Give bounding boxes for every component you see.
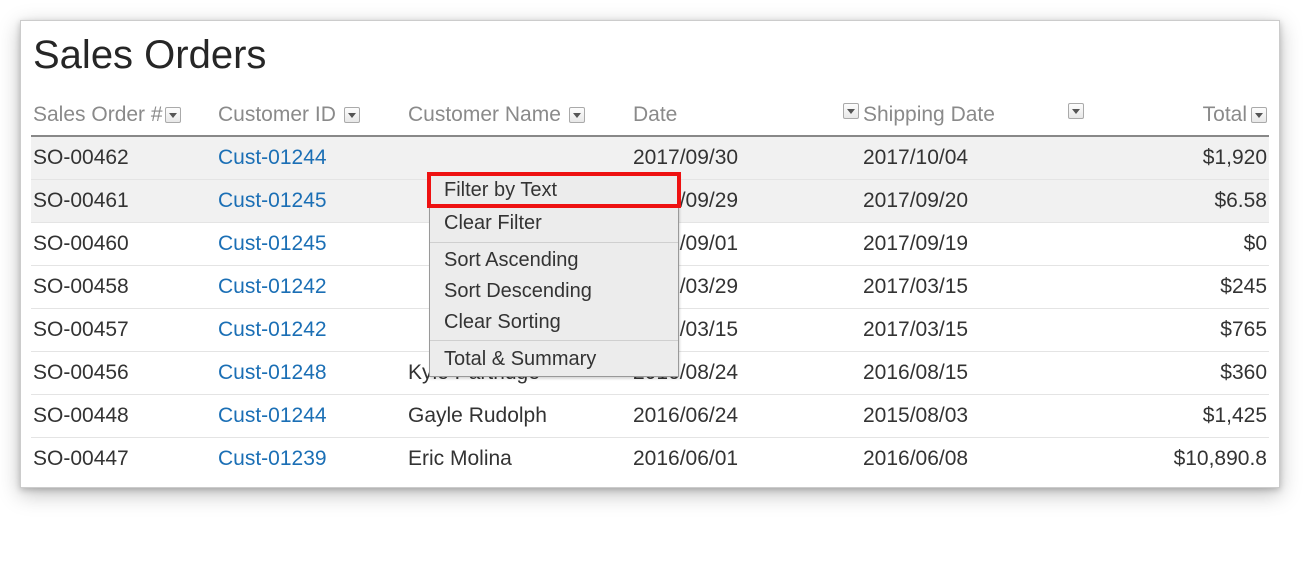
customer-link[interactable]: Cust-01244 [218, 146, 327, 169]
cell-order: SO-00447 [31, 438, 216, 478]
col-header-cust-name-label: Customer Name [408, 103, 561, 126]
dropdown-icon[interactable] [1068, 103, 1084, 119]
cell-ship: 2017/10/04 [861, 136, 1086, 180]
customer-link[interactable]: Cust-01245 [218, 189, 327, 212]
col-header-ship-label: Shipping Date [863, 103, 995, 126]
cell-ship: 2016/06/08 [861, 438, 1086, 478]
customer-link[interactable]: Cust-01242 [218, 275, 327, 298]
cell-cust-id: Cust-01245 [216, 180, 406, 223]
sales-orders-panel: Sales Orders Sales Order # Customer ID C… [20, 20, 1280, 488]
dropdown-icon[interactable] [165, 107, 181, 123]
table-header-row: Sales Order # Customer ID Customer Name … [31, 97, 1269, 136]
col-header-total[interactable]: Total [1086, 97, 1269, 136]
customer-link[interactable]: Cust-01248 [218, 361, 327, 384]
menu-sort-ascending[interactable]: Sort Ascending [430, 245, 678, 276]
dropdown-icon[interactable] [344, 107, 360, 123]
menu-separator [430, 340, 678, 341]
cell-order: SO-00448 [31, 395, 216, 438]
col-header-total-label: Total [1203, 103, 1247, 126]
cell-total: $765 [1086, 309, 1269, 352]
col-header-ship[interactable]: Shipping Date [861, 97, 1086, 136]
cell-order: SO-00461 [31, 180, 216, 223]
cell-ship: 2017/03/15 [861, 266, 1086, 309]
cell-cust-id: Cust-01244 [216, 395, 406, 438]
cell-cust-id: Cust-01239 [216, 438, 406, 478]
cell-date: 2016/06/24 [631, 395, 861, 438]
cell-date: 2016/06/01 [631, 438, 861, 478]
dropdown-icon[interactable] [569, 107, 585, 123]
column-context-menu: Filter by Text Clear Filter Sort Ascendi… [429, 173, 679, 377]
cell-ship: 2015/08/03 [861, 395, 1086, 438]
col-header-date-label: Date [633, 103, 677, 126]
cell-total: $0 [1086, 223, 1269, 266]
menu-clear-sorting[interactable]: Clear Sorting [430, 307, 678, 338]
cell-order: SO-00460 [31, 223, 216, 266]
cell-cust-name: Gayle Rudolph [406, 395, 631, 438]
cell-ship: 2017/03/15 [861, 309, 1086, 352]
table-row[interactable]: SO-00447Cust-01239 Eric Molina2016/06/012… [31, 438, 1269, 478]
menu-filter-by-text[interactable]: Filter by Text [430, 174, 678, 207]
cell-ship: 2017/09/20 [861, 180, 1086, 223]
cell-cust-id: Cust-01242 [216, 309, 406, 352]
cell-cust-id: Cust-01242 [216, 266, 406, 309]
col-header-cust-id[interactable]: Customer ID [216, 97, 406, 136]
cell-cust-name: Eric Molina [406, 438, 631, 478]
cell-total: $1,920 [1086, 136, 1269, 180]
customer-link[interactable]: Cust-01239 [218, 447, 327, 470]
col-header-order-label: Sales Order # [33, 103, 163, 126]
dropdown-icon[interactable] [843, 103, 859, 119]
cell-order: SO-00462 [31, 136, 216, 180]
customer-link[interactable]: Cust-01244 [218, 404, 327, 427]
dropdown-icon[interactable] [1251, 107, 1267, 123]
menu-clear-filter[interactable]: Clear Filter [430, 207, 678, 240]
cell-order: SO-00458 [31, 266, 216, 309]
cell-total: $1,425 [1086, 395, 1269, 438]
cell-total: $6.58 [1086, 180, 1269, 223]
cell-cust-id: Cust-01244 [216, 136, 406, 180]
col-header-order[interactable]: Sales Order # [31, 97, 216, 136]
cell-order: SO-00456 [31, 352, 216, 395]
table-row[interactable]: SO-00448Cust-01244 Gayle Rudolph2016/06/2… [31, 395, 1269, 438]
col-header-date[interactable]: Date [631, 97, 861, 136]
menu-separator [430, 242, 678, 243]
cell-cust-id: Cust-01248 [216, 352, 406, 395]
customer-link[interactable]: Cust-01245 [218, 232, 327, 255]
cell-ship: 2017/09/19 [861, 223, 1086, 266]
menu-total-summary[interactable]: Total & Summary [430, 343, 678, 376]
col-header-cust-name[interactable]: Customer Name [406, 97, 631, 136]
menu-sort-descending[interactable]: Sort Descending [430, 276, 678, 307]
cell-cust-id: Cust-01245 [216, 223, 406, 266]
cell-ship: 2016/08/15 [861, 352, 1086, 395]
page-title: Sales Orders [33, 31, 1269, 79]
cell-total: $360 [1086, 352, 1269, 395]
cell-total: $10,890.8 [1086, 438, 1269, 478]
col-header-cust-id-label: Customer ID [218, 103, 336, 126]
cell-total: $245 [1086, 266, 1269, 309]
customer-link[interactable]: Cust-01242 [218, 318, 327, 341]
cell-order: SO-00457 [31, 309, 216, 352]
